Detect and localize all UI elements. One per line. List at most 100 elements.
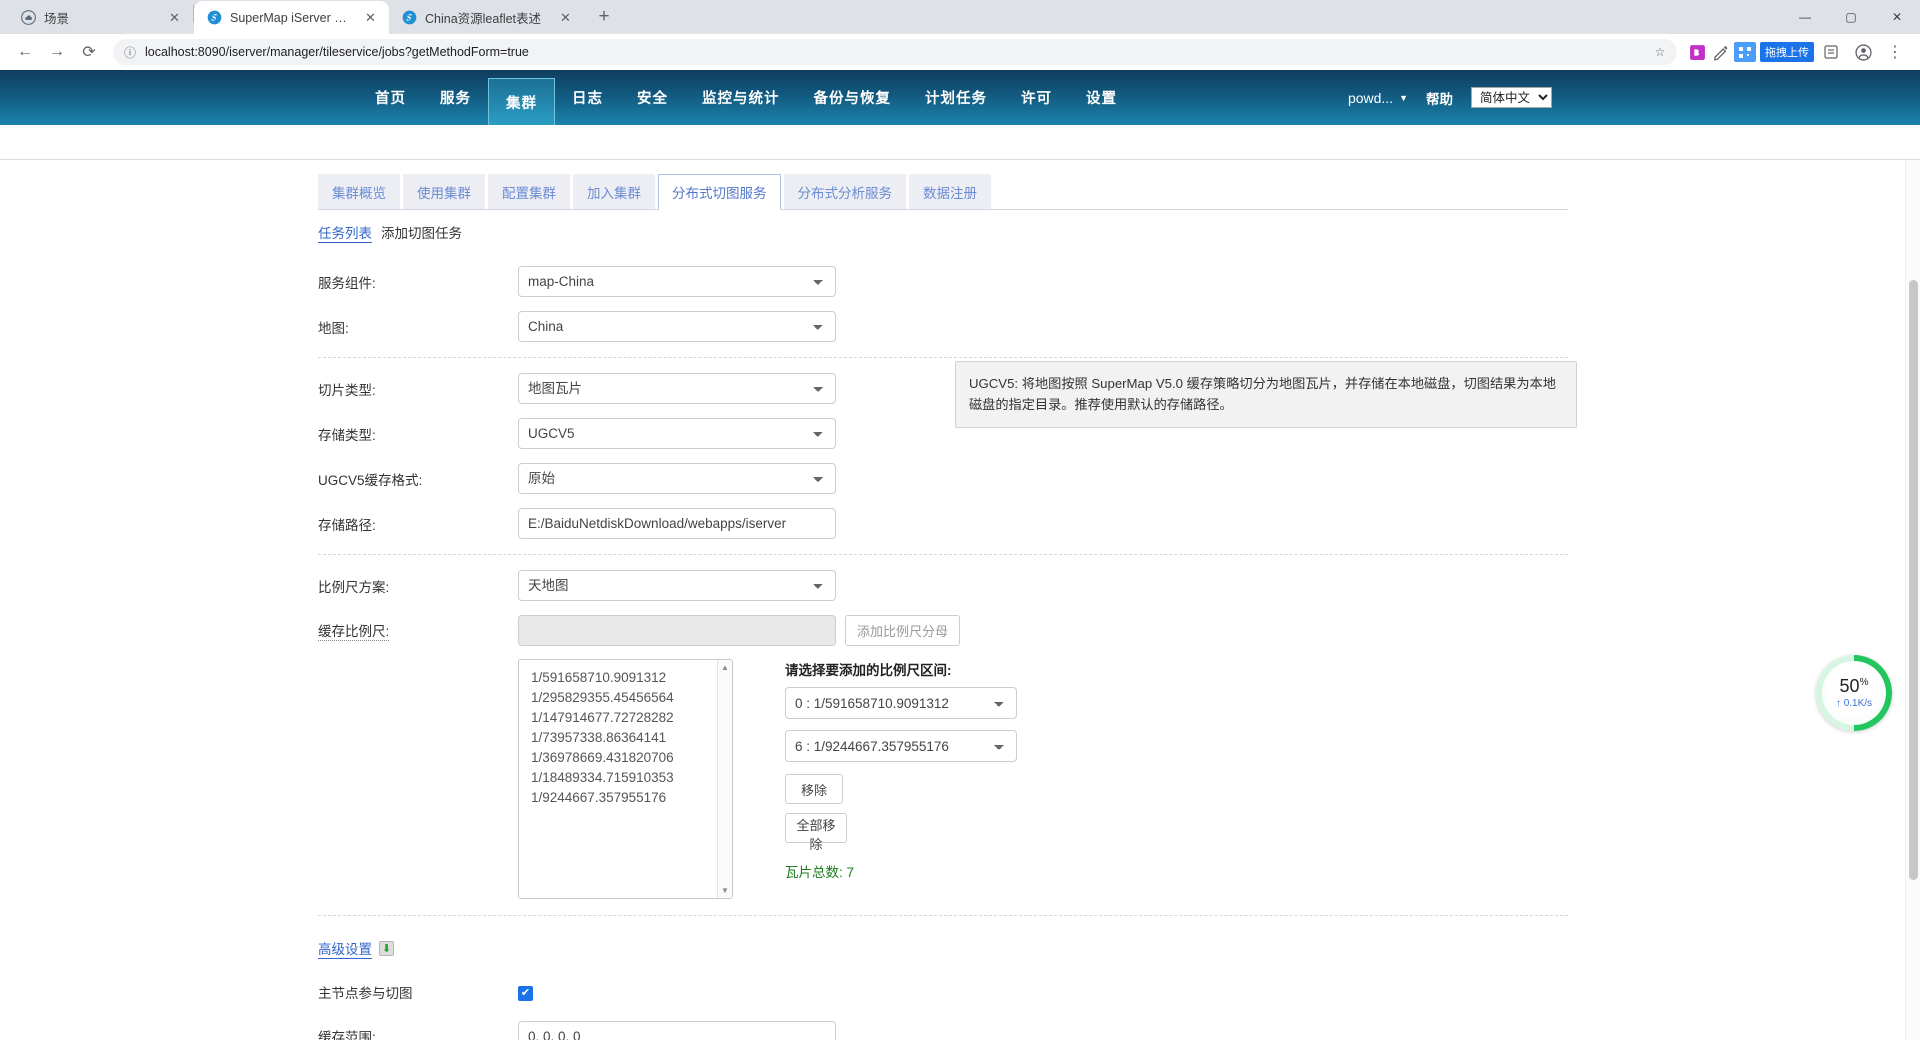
storage-type-select[interactable]: UGCV5: [518, 418, 836, 449]
reload-icon[interactable]: ⟳: [74, 37, 104, 67]
qr-code-icon[interactable]: [1734, 42, 1756, 62]
nav-item-scheduled-tasks[interactable]: 计划任务: [908, 70, 1004, 125]
cache-scale-input[interactable]: [518, 615, 836, 646]
progress-percent: 50%: [1840, 677, 1869, 695]
user-menu[interactable]: powd... ▼: [1348, 90, 1408, 106]
tab-use-cluster[interactable]: 使用集群: [403, 174, 485, 209]
breadcrumb-task-list[interactable]: 任务列表: [318, 222, 372, 243]
tab-configure-cluster[interactable]: 配置集群: [488, 174, 570, 209]
service-component-select[interactable]: map-China: [518, 266, 836, 297]
tab-distributed-tiling-service[interactable]: 分布式切图服务: [658, 174, 781, 210]
scale-scheme-select[interactable]: 天地图: [518, 570, 836, 601]
browser-tab-2[interactable]: SuperMap iServer Manager ✕: [194, 1, 389, 34]
scroll-down-arrow-icon[interactable]: ▼: [721, 883, 729, 898]
reading-list-icon[interactable]: [1816, 37, 1846, 67]
tab-data-registration[interactable]: 数据注册: [909, 174, 991, 209]
url-text: localhost:8090/iserver/manager/tileservi…: [145, 45, 529, 59]
remove-button[interactable]: 移除: [785, 774, 843, 804]
storage-path-input[interactable]: [518, 508, 836, 539]
field-service-component: 服务组件: map-China: [318, 259, 1880, 304]
nav-item-monitoring[interactable]: 监控与统计: [685, 70, 797, 125]
help-link[interactable]: 帮助: [1426, 88, 1453, 108]
star-icon[interactable]: ☆: [1653, 45, 1667, 59]
supermap-icon: [206, 10, 222, 26]
pen-icon[interactable]: [1710, 41, 1732, 63]
profile-icon[interactable]: [1848, 37, 1878, 67]
nav-item-backup[interactable]: 备份与恢复: [797, 70, 909, 125]
nav-item-home[interactable]: 首页: [358, 70, 423, 125]
list-item[interactable]: 1/591658710.9091312: [531, 668, 732, 688]
maximize-button[interactable]: ▢: [1828, 1, 1874, 33]
speed-widget-inner: 50% ↑ 0.1K/s: [1822, 661, 1886, 725]
scale-range-to-select[interactable]: 6 : 1/9244667.357955176: [785, 730, 1017, 762]
page-content: 集群概览 使用集群 配置集群 加入集群 分布式切图服务 分布式分析服务 数据注册…: [0, 160, 1920, 1040]
scale-list-scrollbar[interactable]: ▲ ▼: [717, 660, 732, 898]
tab-cluster-overview[interactable]: 集群概览: [318, 174, 400, 209]
browser-tab-3[interactable]: China资源leaflet表述 ✕: [389, 1, 584, 34]
percent-symbol: %: [1859, 677, 1869, 688]
header-subbar: [0, 125, 1920, 160]
upload-arrow-icon: ↑: [1835, 698, 1841, 709]
list-item[interactable]: 1/147914677.72728282: [531, 708, 732, 728]
close-window-button[interactable]: ✕: [1874, 1, 1920, 33]
scale-range-from-select[interactable]: 0 : 1/591658710.9091312: [785, 687, 1017, 719]
ugcv5-format-select[interactable]: 原始: [518, 463, 836, 494]
list-item[interactable]: 1/295829355.45456564: [531, 688, 732, 708]
nav-item-cluster[interactable]: 集群: [488, 78, 555, 125]
label-master-node: 主节点参与切图: [318, 985, 413, 1001]
minimize-button[interactable]: —: [1782, 1, 1828, 33]
scale-list-items: 1/591658710.9091312 1/295829355.45456564…: [519, 660, 732, 808]
drag-upload-button[interactable]: 拖拽上传: [1760, 42, 1814, 62]
add-scale-denominator-button[interactable]: 添加比例尺分母: [845, 615, 961, 646]
address-bar[interactable]: ⓘ localhost:8090/iserver/manager/tileser…: [113, 39, 1677, 65]
list-item[interactable]: 1/73957338.86364141: [531, 728, 732, 748]
nav-item-log[interactable]: 日志: [555, 70, 620, 125]
browser-tab-1[interactable]: 场景 ✕: [8, 1, 193, 34]
form-divider-1: [318, 357, 1568, 358]
close-icon[interactable]: ✕: [362, 9, 379, 26]
download-arrow-icon[interactable]: ⬇: [379, 941, 394, 956]
advanced-settings-link[interactable]: 高级设置: [318, 938, 372, 959]
label-storage-path: 存储路径:: [318, 517, 376, 533]
list-item[interactable]: 1/18489334.715910353: [531, 768, 732, 788]
tab-join-cluster[interactable]: 加入集群: [573, 174, 655, 209]
scrollbar-thumb[interactable]: [1909, 280, 1918, 880]
scale-list[interactable]: 1/591658710.9091312 1/295829355.45456564…: [518, 659, 733, 899]
tile-type-select[interactable]: 地图瓦片: [518, 373, 836, 404]
info-circle-icon: ⓘ: [123, 45, 136, 60]
kebab-menu-icon[interactable]: ⋮: [1880, 37, 1910, 67]
browser-tabstrip: 场景 ✕ SuperMap iServer Manager ✕ China资源l…: [0, 0, 1920, 34]
form-divider-2: [318, 554, 1568, 555]
nav-item-security[interactable]: 安全: [620, 70, 685, 125]
field-scale-scheme: 比例尺方案: 天地图: [318, 563, 1880, 608]
tab-distributed-analysis-service[interactable]: 分布式分析服务: [783, 174, 906, 209]
tiling-job-form: UGCV5: 将地图按照 SuperMap V5.0 缓存策略切分为地图瓦片，并…: [318, 243, 1880, 1040]
nav-item-service[interactable]: 服务: [423, 70, 488, 125]
master-node-checkbox[interactable]: ✔: [518, 985, 533, 1001]
scroll-up-arrow-icon[interactable]: ▲: [721, 660, 729, 675]
remove-all-button[interactable]: 全部移除: [785, 813, 847, 852]
cache-bounds-input[interactable]: [518, 1021, 836, 1040]
browser-chrome: 场景 ✕ SuperMap iServer Manager ✕ China资源l…: [0, 0, 1920, 70]
forward-icon[interactable]: →: [42, 37, 72, 67]
page-scrollbar[interactable]: [1905, 160, 1920, 1040]
browser-tab-title: SuperMap iServer Manager: [230, 10, 352, 25]
scale-range-title: 请选择要添加的比例尺区间:: [785, 663, 952, 678]
download-speed-widget[interactable]: 50% ↑ 0.1K/s: [1816, 655, 1892, 731]
close-icon[interactable]: ✕: [557, 9, 574, 26]
list-item[interactable]: 1/36978669.431820706: [531, 748, 732, 768]
nav-item-settings[interactable]: 设置: [1069, 70, 1134, 125]
nav-item-license[interactable]: 许可: [1004, 70, 1069, 125]
baidu-extension-icon[interactable]: [1686, 41, 1708, 63]
chevron-down-icon: ▼: [1399, 92, 1408, 103]
map-select[interactable]: China: [518, 311, 836, 342]
list-item[interactable]: 1/9244667.357955176: [531, 788, 732, 808]
close-icon[interactable]: ✕: [166, 9, 183, 26]
breadcrumb-current: 添加切图任务: [381, 226, 462, 241]
new-tab-button[interactable]: +: [590, 3, 618, 31]
tile-total-label: 瓦片总数: 7: [785, 865, 855, 880]
language-select[interactable]: 简体中文 English: [1471, 87, 1552, 108]
field-cache-scale: 缓存比例尺: 添加比例尺分母: [318, 608, 1880, 653]
back-icon[interactable]: ←: [10, 37, 40, 67]
form-divider-3: [318, 915, 1568, 916]
